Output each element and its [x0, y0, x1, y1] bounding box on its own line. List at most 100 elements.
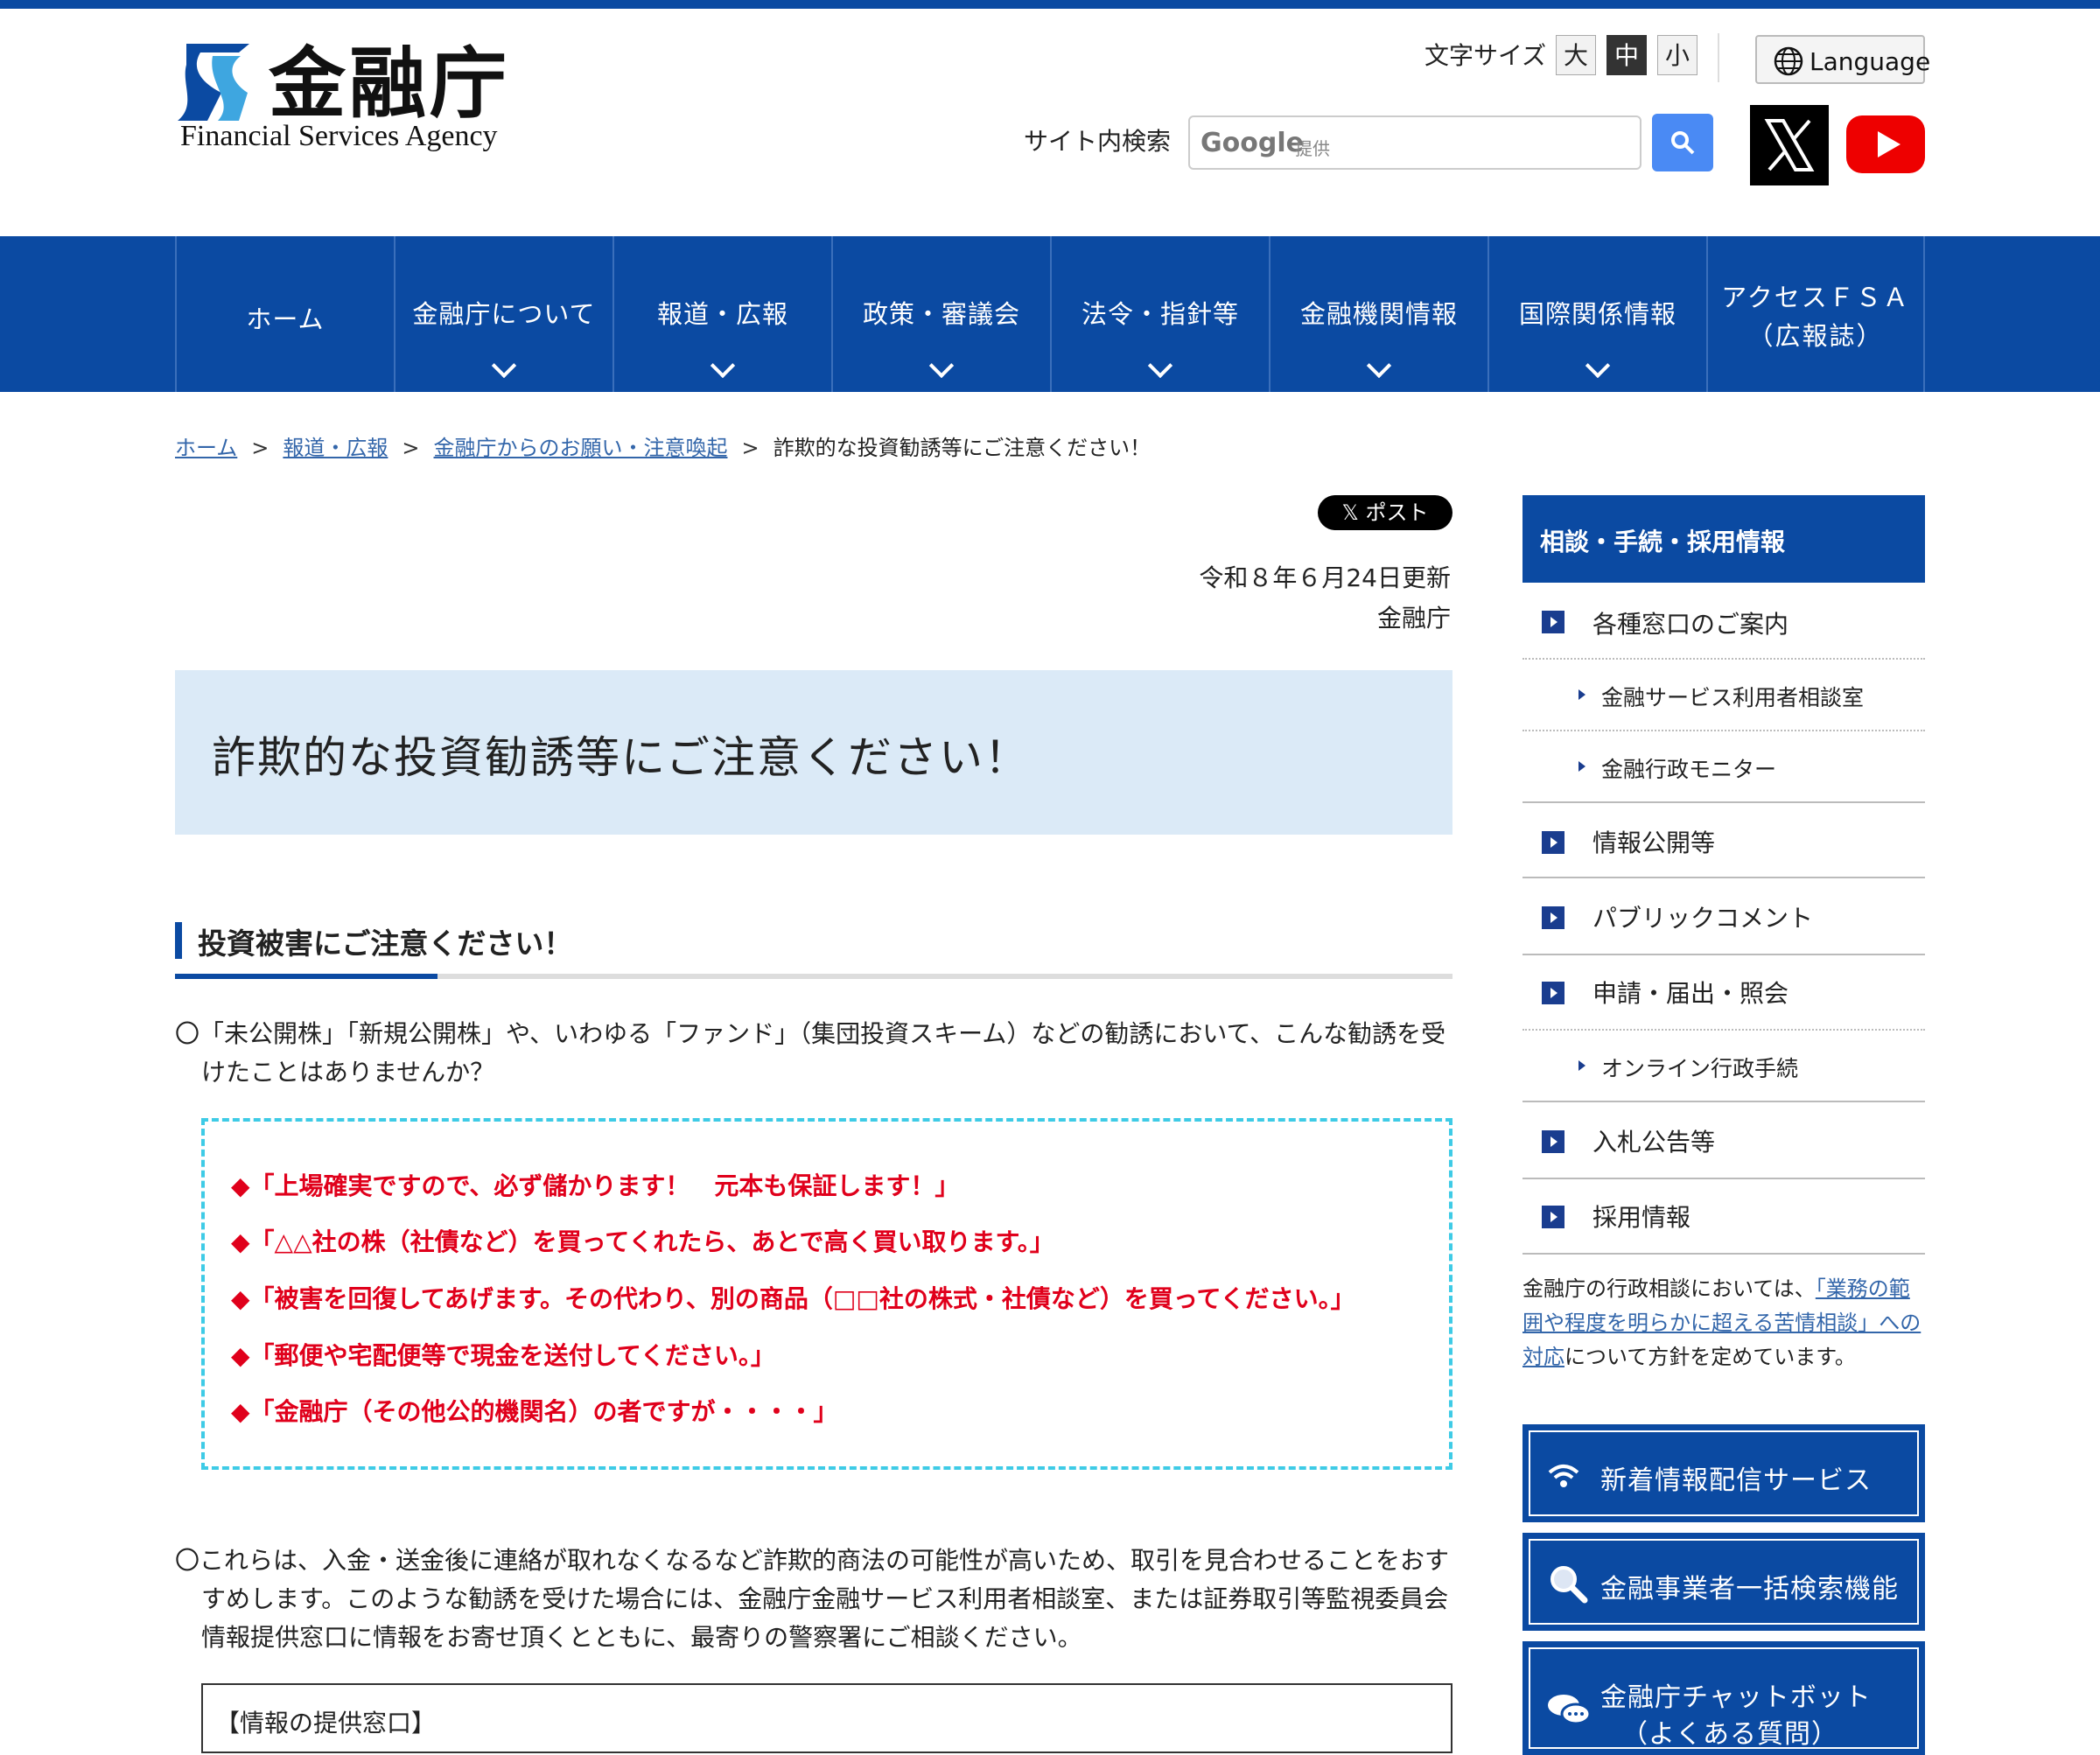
sidebar-item-consultation-office[interactable]: 金融サービス利用者相談室 [1522, 660, 1925, 730]
chevron-down-icon [1366, 353, 1392, 379]
triangle-bullet-icon [1578, 1060, 1586, 1071]
nav-laws[interactable]: 法令・指針等 [1050, 236, 1269, 392]
button-label: 金融事業者一括検索機能 [1600, 1574, 1899, 1605]
note-link[interactable]: 「業務の範 [1816, 1276, 1910, 1301]
youtube-link-button[interactable] [1846, 115, 1925, 173]
page-title: 詐欺的な投資勧誘等にご注意ください！ [212, 732, 1030, 783]
font-size-small-button[interactable]: 小 [1657, 35, 1698, 75]
search-button[interactable] [1652, 114, 1713, 171]
logo-subtitle: Financial Services Agency [180, 120, 498, 152]
info-box-title: 【情報の提供窓口】 [215, 1709, 437, 1738]
section-heading: 投資被害にご注意ください！ [175, 919, 1452, 980]
fsa-logo-mark-icon [178, 44, 249, 121]
language-button[interactable]: Language [1755, 35, 1930, 84]
chevron-down-icon [1585, 353, 1611, 379]
chatbot-button[interactable]: 金融庁チャットボット （よくある質問） [1522, 1641, 1925, 1755]
nav-home[interactable]: ホーム [175, 236, 394, 392]
wifi-icon [1548, 1465, 1579, 1487]
nav-policy[interactable]: 政策・審議会 [831, 236, 1050, 392]
sidebar-item-recruitment[interactable]: 採用情報 [1522, 1179, 1925, 1255]
youtube-play-icon [1878, 131, 1900, 157]
sidebar-item-disclosure[interactable]: 情報公開等 [1522, 803, 1925, 878]
heading-underline-accent [175, 974, 438, 979]
sidebar-item-label: オンライン行政手続 [1601, 1056, 1799, 1081]
nav-press[interactable]: 報道・広報 [612, 236, 831, 392]
intro-paragraph: 〇「未公開株」「新規公開株」や、いわゆる「ファンド」（集団投資スキーム）などの勧… [175, 1015, 1452, 1092]
sidebar-item-label: 情報公開等 [1592, 829, 1716, 857]
globe-icon [1774, 46, 1803, 76]
button-label-sub: （よくある質問） [1621, 1719, 1838, 1750]
x-logo-icon [1764, 119, 1815, 171]
sidebar-item-label: 採用情報 [1592, 1203, 1691, 1232]
x-link-button[interactable] [1750, 105, 1829, 185]
arrow-square-icon [1542, 1206, 1564, 1228]
sidebar-item-label: 各種窓口のご案内 [1592, 610, 1789, 639]
sidebar-note: 金融庁の行政相談においては、「業務の範 囲や程度を明らかに超える苦情相談」への 対応… [1522, 1272, 1925, 1374]
sidebar-item-online-procedures[interactable]: オンライン行政手続 [1522, 1031, 1925, 1101]
chevron-down-icon [491, 353, 517, 379]
triangle-bullet-icon [1578, 761, 1586, 772]
arrow-square-icon [1542, 831, 1564, 854]
sidebar-heading: 相談・手続・採用情報 [1522, 495, 1925, 583]
nav-label: 報道・広報 [656, 299, 788, 329]
arrow-square-icon [1542, 906, 1564, 929]
nav-label: 政策・審議会 [862, 299, 1020, 329]
intro-line: けたことはありませんか？ [201, 1058, 495, 1087]
top-accent-line [0, 0, 2100, 9]
x-post-button[interactable]: 𝕏 ポスト [1318, 495, 1452, 530]
chevron-down-icon [1147, 353, 1173, 379]
breadcrumb: ホーム > 報道・広報 > 金融庁からのお願い・注意喚起 > 詐欺的な投資勧誘等にご注意くだ… [175, 436, 1152, 460]
warning-item: ◆「被害を回復してあげます。その代わり、別の商品（□□社の株式・社債など）を買っ… [231, 1284, 1355, 1313]
sidebar-item-label: 金融サービス利用者相談室 [1601, 685, 1865, 710]
publisher: 金融庁 [1376, 604, 1451, 633]
language-label: Language [1810, 47, 1931, 76]
sidebar-item-label: 入札公告等 [1592, 1128, 1716, 1157]
warning-item: ◆「金融庁（その他公的機関名）の者ですが・・・・」 [231, 1397, 838, 1426]
header-divider [1718, 33, 1719, 82]
warning-item: ◆「郵便や宅配便等で現金を送付してください。」 [231, 1341, 775, 1370]
note-link[interactable]: 対応 [1522, 1345, 1564, 1369]
nav-international[interactable]: 国際関係情報 [1488, 236, 1706, 392]
chat-icon [1548, 1695, 1592, 1725]
arrow-square-icon [1542, 611, 1564, 633]
sidebar-item-monitor[interactable]: 金融行政モニター [1522, 731, 1925, 801]
nav-label: アクセスＦＳＡ （広報誌） [1708, 278, 1923, 355]
note-link[interactable]: 囲や程度を明らかに超える苦情相談」への [1522, 1311, 1921, 1335]
logo-text: 金融庁 [269, 38, 511, 129]
breadcrumb-current: 詐欺的な投資勧誘等にご注意ください！ [773, 436, 1152, 460]
sidebar-heading-text: 相談・手続・採用情報 [1540, 528, 1786, 556]
advice-line: 情報提供窓口に情報をお寄せ頂くとともに、最寄りの警察署にご相談ください。 [201, 1623, 1082, 1652]
chevron-down-icon [928, 353, 955, 379]
advice-paragraph: 〇これらは、入金・送金後に連絡が取れなくなるなど詐欺的商法の可能性が高いため、取… [175, 1542, 1452, 1657]
nav-label: 金融機関情報 [1299, 299, 1458, 329]
font-size-label: 文字サイズ [1424, 41, 1547, 70]
google-text: Google [1200, 128, 1304, 158]
intro-line: 〇「未公開株」「新規公開株」や、いわゆる「ファンド」（集団投資スキーム）などの勧… [175, 1019, 1446, 1048]
sidebar-item-contact-windows[interactable]: 各種窓口のご案内 [1522, 583, 1925, 658]
heading-underline [438, 974, 1452, 979]
sidebar-item-label: 申請・届出・照会 [1592, 979, 1789, 1008]
button-label: 新着情報配信サービス [1600, 1465, 1872, 1496]
news-delivery-button[interactable]: 新着情報配信サービス [1522, 1424, 1925, 1522]
nav-label: 国際関係情報 [1518, 299, 1676, 329]
breadcrumb-link-press[interactable]: 報道・広報 [283, 436, 388, 460]
advice-line: 〇これらは、入金・送金後に連絡が取れなくなるなど詐欺的商法の可能性が高いため、取… [175, 1546, 1450, 1575]
nav-about[interactable]: 金融庁について [394, 236, 612, 392]
font-size-large-button[interactable]: 大 [1556, 35, 1596, 75]
update-info: 令和８年６月24日更新 金融庁 [1199, 558, 1451, 639]
nav-label: ホーム [246, 304, 325, 334]
nav-institutions[interactable]: 金融機関情報 [1269, 236, 1488, 392]
breadcrumb-link-notices[interactable]: 金融庁からのお願い・注意喚起 [434, 436, 728, 460]
search-input[interactable]: Google 提供 [1188, 115, 1642, 170]
global-nav: ホーム 金融庁について 報道・広報 政策・審議会 法令・指針等 金融機関情報 国… [0, 236, 2100, 392]
font-size-medium-button[interactable]: 中 [1606, 35, 1647, 75]
update-date: 令和８年６月24日更新 [1199, 563, 1451, 592]
sidebar-item-public-comment[interactable]: パブリックコメント [1522, 878, 1925, 954]
sidebar-item-bidding[interactable]: 入札公告等 [1522, 1102, 1925, 1178]
business-search-button[interactable]: 金融事業者一括検索機能 [1522, 1533, 1925, 1631]
breadcrumb-link-home[interactable]: ホーム [175, 436, 237, 460]
search-icon [1550, 1566, 1588, 1604]
sidebar-item-applications[interactable]: 申請・届出・照会 [1522, 955, 1925, 1031]
nav-access-fsa[interactable]: アクセスＦＳＡ （広報誌） [1706, 236, 1925, 392]
triangle-bullet-icon [1578, 689, 1586, 700]
